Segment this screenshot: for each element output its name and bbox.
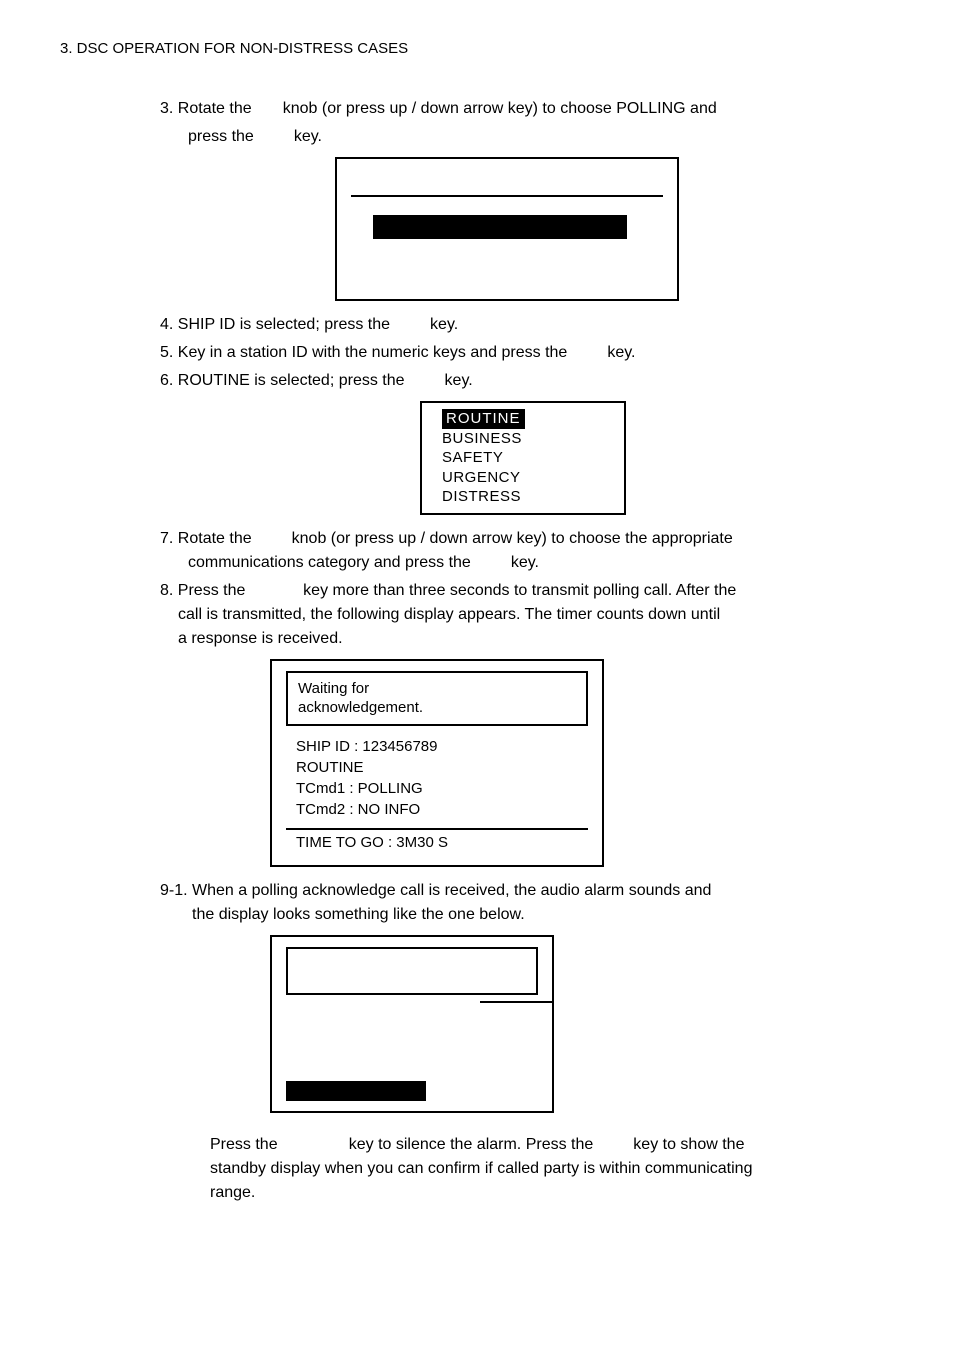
text: 4. SHIP ID is selected; press the — [160, 316, 390, 333]
menu-routine-selected: ROUTINE — [442, 409, 612, 429]
menu-business: BUSINESS — [442, 429, 612, 449]
ack-header-box — [286, 947, 538, 995]
text: 8. Press the — [160, 582, 245, 599]
step-3-cont: press the key. — [188, 125, 854, 149]
text: knob (or press up / down arrow key) to c… — [283, 100, 717, 117]
text: key. — [607, 344, 635, 361]
time-to-go: TIME TO GO : 3M30 S — [286, 832, 588, 855]
text: range. — [210, 1184, 255, 1201]
text: call is transmitted, the following displ… — [178, 606, 720, 623]
short-divider — [480, 1001, 552, 1003]
tcmd2: TCmd2 : NO INFO — [296, 801, 420, 818]
category: ROUTINE — [296, 759, 364, 776]
text: communications category and press the — [188, 554, 471, 571]
text: knob (or press up / down arrow key) to c… — [292, 530, 733, 547]
text: key more than three seconds to transmit … — [303, 582, 736, 599]
text: key. — [511, 554, 539, 571]
step-3: 3. Rotate the knob (or press up / down a… — [160, 97, 854, 121]
text: key. — [430, 316, 458, 333]
ack-mid-row — [286, 1001, 552, 1003]
display-polling-menu — [335, 157, 679, 301]
text: press the — [188, 128, 254, 145]
divider — [286, 828, 588, 830]
text: Waiting for — [298, 680, 369, 697]
display-category-menu: ROUTINE BUSINESS SAFETY URGENCY DISTRESS — [420, 401, 626, 515]
text: 3. Rotate the — [160, 100, 252, 117]
tcmd1: TCmd1 : POLLING — [296, 780, 423, 797]
step-4: 4. SHIP ID is selected; press the key. — [160, 313, 854, 337]
final-paragraph: Press the key to silence the alarm. Pres… — [210, 1133, 854, 1205]
page-header: 3. DSC OPERATION FOR NON-DISTRESS CASES — [60, 40, 894, 57]
step-5: 5. Key in a station ID with the numeric … — [160, 341, 854, 365]
ship-id: SHIP ID : 123456789 — [296, 738, 438, 755]
waiting-details: SHIP ID : 123456789 ROUTINE TCmd1 : POLL… — [286, 732, 588, 824]
highlighted-button — [286, 1081, 426, 1101]
step-6: 6. ROUTINE is selected; press the key. — [160, 369, 854, 393]
display-waiting-ack: Waiting for acknowledgement. SHIP ID : 1… — [270, 659, 604, 867]
step-7: 7. Rotate the knob (or press up / down a… — [160, 527, 854, 575]
highlighted-row — [373, 215, 627, 239]
text: key to silence the alarm. Press the — [349, 1136, 594, 1153]
text: the display looks something like the one… — [192, 906, 525, 923]
text: key. — [445, 372, 473, 389]
text: 9-1. When a polling acknowledge call is … — [160, 882, 711, 899]
menu-safety: SAFETY — [442, 448, 612, 468]
text: standby display when you can confirm if … — [210, 1160, 752, 1177]
text: key to show the — [633, 1136, 744, 1153]
text: a response is received. — [178, 630, 343, 647]
text: 6. ROUTINE is selected; press the — [160, 372, 405, 389]
ack-bottom-row — [286, 1081, 538, 1101]
waiting-header: Waiting for acknowledgement. — [286, 671, 588, 726]
main-content: 3. Rotate the knob (or press up / down a… — [160, 97, 854, 1205]
menu-urgency: URGENCY — [442, 468, 612, 488]
display-ack-received — [270, 935, 554, 1113]
text: acknowledgement. — [298, 699, 423, 716]
text: 5. Key in a station ID with the numeric … — [160, 344, 567, 361]
step-8: 8. Press the key more than three seconds… — [160, 579, 854, 651]
text: key. — [294, 128, 322, 145]
text: 7. Rotate the — [160, 530, 252, 547]
menu-distress: DISTRESS — [442, 487, 612, 507]
text: Press the — [210, 1136, 278, 1153]
step-9-1: 9-1. When a polling acknowledge call is … — [160, 879, 854, 927]
